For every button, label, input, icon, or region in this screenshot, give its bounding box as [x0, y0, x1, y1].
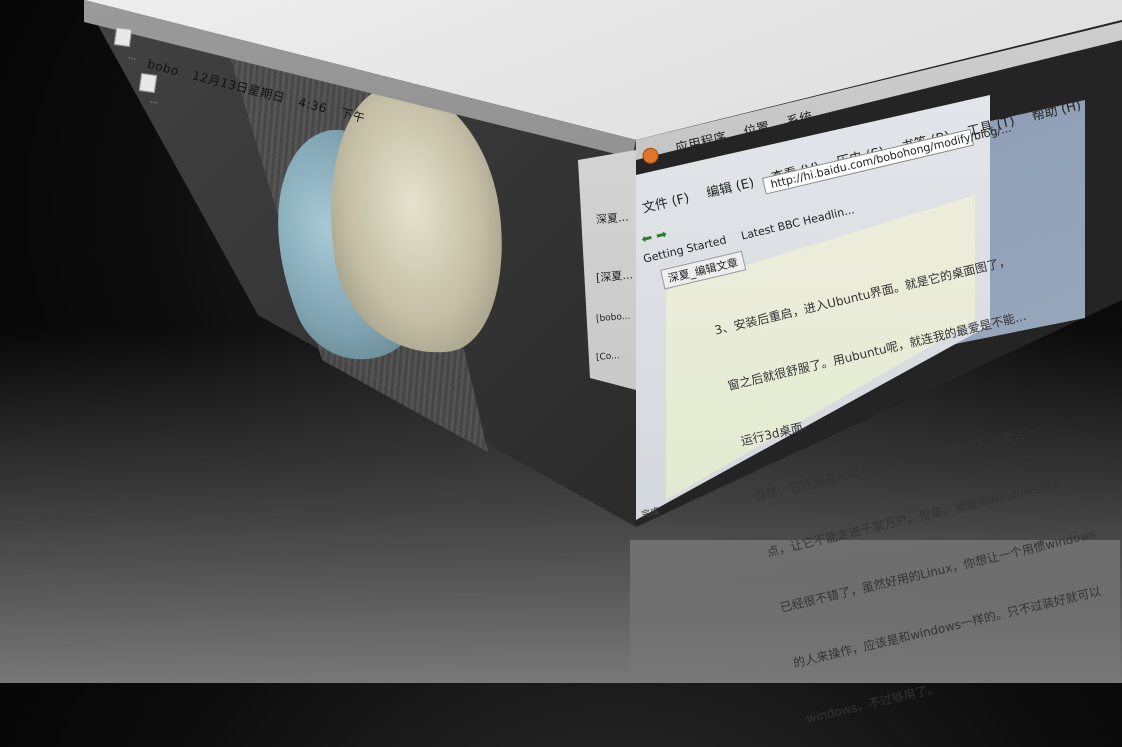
side-item[interactable]: [Co... [596, 351, 621, 363]
desktop-file-icon[interactable] [113, 26, 133, 48]
desktop-file-label: ... [149, 95, 160, 107]
desktop-file-icon[interactable] [138, 72, 158, 94]
side-item[interactable]: 深夏... [595, 209, 630, 228]
desktop-file-label: ... [127, 51, 138, 63]
side-item[interactable]: [深夏... [595, 266, 634, 285]
